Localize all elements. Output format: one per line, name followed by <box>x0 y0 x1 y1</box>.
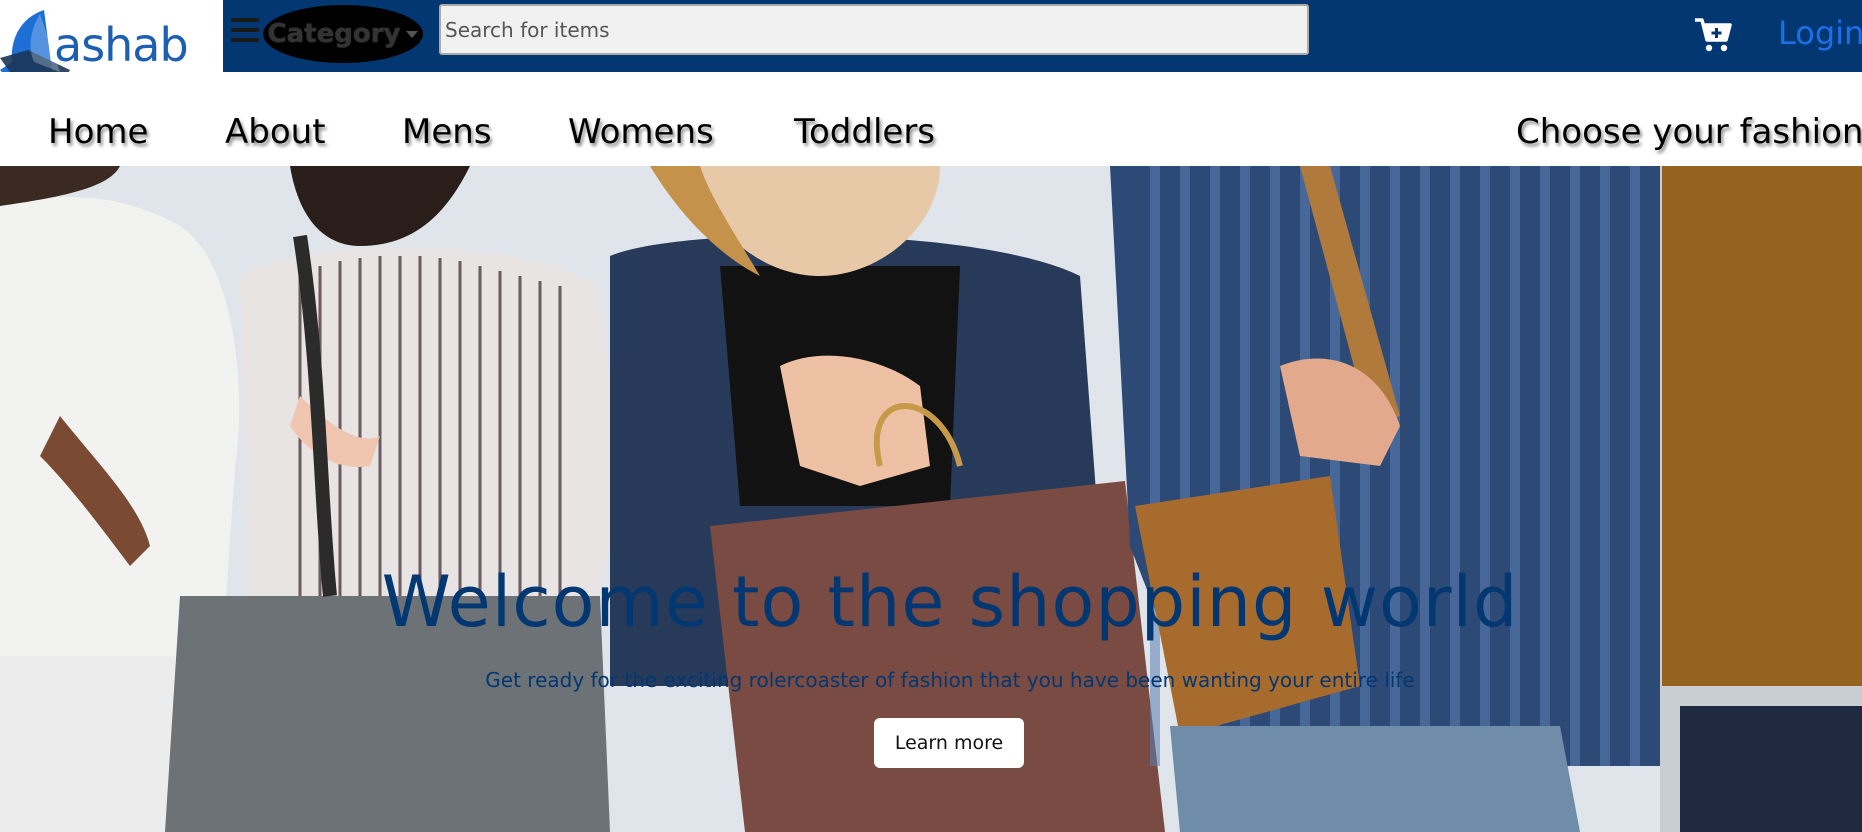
hero-subtitle: Get ready for the exciting rolercoaster … <box>485 668 1415 692</box>
page: ashab Category Login Home About Mens <box>0 0 1862 832</box>
logo-text: ashab <box>54 18 189 72</box>
hamburger-icon[interactable] <box>231 18 259 44</box>
top-bar: Category Login <box>223 0 1862 72</box>
nav-item-about[interactable]: About <box>225 112 326 152</box>
main-nav: Home About Mens Womens Toddlers Choose y… <box>0 72 1862 166</box>
nav-tagline: Choose your fashion <box>1516 112 1862 152</box>
category-dropdown[interactable]: Category <box>263 5 423 63</box>
nav-item-home[interactable]: Home <box>48 112 148 152</box>
caret-down-icon <box>406 30 419 38</box>
nav-item-toddlers[interactable]: Toddlers <box>794 112 935 152</box>
nav-item-mens[interactable]: Mens <box>402 112 492 152</box>
hero-banner: Welcome to the shopping world Get ready … <box>0 166 1862 832</box>
hero-title: Welcome to the shopping world <box>381 561 1519 643</box>
category-label: Category <box>267 19 401 49</box>
cart-plus-icon[interactable] <box>1693 16 1733 54</box>
learn-more-button[interactable]: Learn more <box>874 718 1024 768</box>
login-link[interactable]: Login <box>1778 14 1862 52</box>
nav-item-womens[interactable]: Womens <box>568 112 714 152</box>
search-input[interactable] <box>439 4 1309 55</box>
